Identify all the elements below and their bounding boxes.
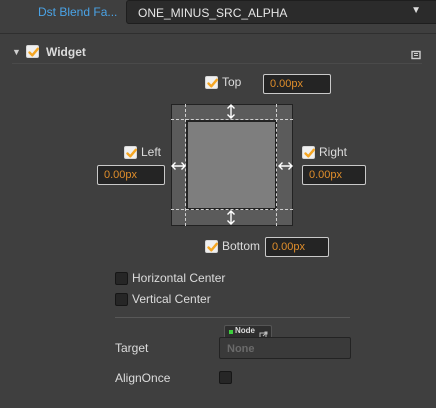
dst-blend-value: ONE_MINUS_SRC_ALPHA — [138, 6, 288, 20]
dst-blend-select[interactable]: ONE_MINUS_SRC_ALPHA ▼ — [126, 0, 436, 24]
align-once-label: AlignOnce — [115, 371, 171, 385]
top-checkbox[interactable] — [205, 76, 218, 89]
top-label: Top — [222, 75, 242, 89]
vertical-center-checkbox[interactable] — [115, 293, 128, 306]
bottom-checkbox[interactable] — [205, 240, 218, 253]
right-label: Right — [319, 145, 348, 159]
alignment-inner-box — [186, 120, 277, 210]
divider — [12, 63, 422, 64]
right-guide-line — [276, 104, 277, 226]
widget-title: Widget — [46, 45, 86, 59]
left-checkbox[interactable] — [124, 146, 137, 159]
node-dot-icon — [229, 330, 233, 334]
widget-enabled-checkbox[interactable] — [26, 45, 39, 58]
resize-vertical-icon — [225, 210, 237, 230]
right-checkbox[interactable] — [302, 146, 315, 159]
target-label: Target — [115, 341, 149, 355]
resize-vertical-icon — [225, 104, 237, 124]
divider — [115, 317, 350, 318]
node-tag-label: Node — [235, 326, 255, 335]
resize-horizontal-icon — [278, 159, 293, 177]
divider — [0, 33, 436, 34]
chevron-down-icon: ▼ — [411, 5, 421, 16]
horizontal-center-label: Horizontal Center — [132, 271, 226, 285]
horizontal-center-checkbox[interactable] — [115, 272, 128, 285]
left-input[interactable]: 0.00px — [97, 165, 165, 185]
resize-horizontal-icon — [171, 159, 186, 177]
left-label: Left — [141, 145, 162, 159]
target-node-field[interactable]: None — [219, 337, 351, 359]
vertical-center-label: Vertical Center — [132, 292, 211, 306]
align-once-checkbox[interactable] — [219, 371, 232, 384]
target-placeholder: None — [227, 343, 255, 355]
bottom-label: Bottom — [222, 239, 261, 253]
dst-blend-label: Dst Blend Fa... — [38, 5, 118, 19]
bottom-input[interactable]: 0.00px — [265, 237, 329, 257]
right-input[interactable]: 0.00px — [302, 165, 366, 185]
collapse-arrow-icon[interactable]: ▼ — [12, 47, 21, 57]
top-input[interactable]: 0.00px — [263, 74, 331, 94]
